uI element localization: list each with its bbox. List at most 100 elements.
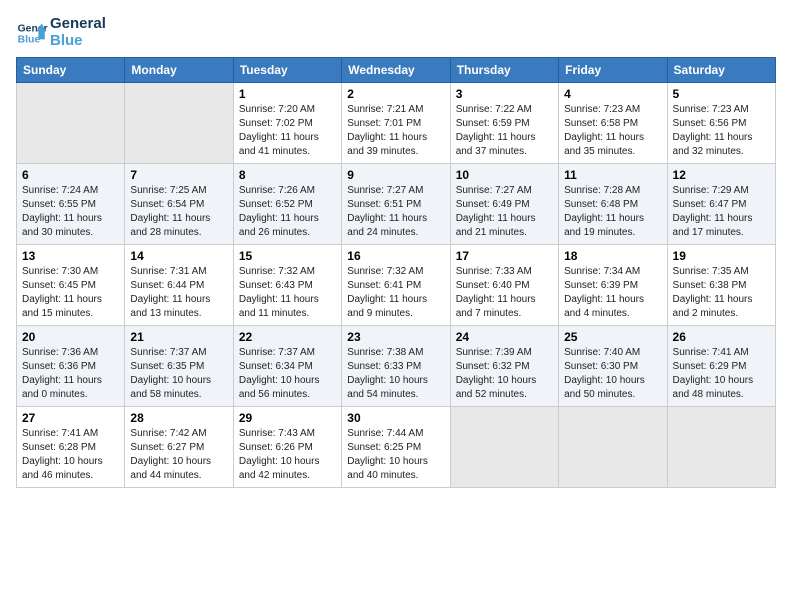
day-number: 7 [130,168,227,182]
calendar-cell: 29 Sunrise: 7:43 AMSunset: 6:26 PMDayligh… [233,407,341,488]
calendar-week-row: 1 Sunrise: 7:20 AMSunset: 7:02 PMDaylight… [17,83,776,164]
day-info: Sunrise: 7:22 AMSunset: 6:59 PMDaylight:… [456,103,553,159]
day-number: 20 [22,330,119,344]
weekday-header: Tuesday [233,58,341,83]
calendar-cell: 30 Sunrise: 7:44 AMSunset: 6:25 PMDayligh… [342,407,450,488]
logo-general: General [50,16,106,33]
day-number: 28 [130,411,227,425]
day-number: 3 [456,87,553,101]
calendar-cell: 10 Sunrise: 7:27 AMSunset: 6:49 PMDayligh… [450,164,558,245]
calendar-cell: 24Sunrise: 7:39 AMSunset: 6:32 PMDayligh… [450,326,558,407]
calendar-week-row: 20 Sunrise: 7:36 AMSunset: 6:36 PMDayligh… [17,326,776,407]
calendar-week-row: 13 Sunrise: 7:30 AMSunset: 6:45 PMDayligh… [17,245,776,326]
day-info: Sunrise: 7:21 AMSunset: 7:01 PMDaylight:… [347,103,444,159]
calendar-cell: 1 Sunrise: 7:20 AMSunset: 7:02 PMDaylight… [233,83,341,164]
calendar-table: SundayMondayTuesdayWednesdayThursdayFrid… [16,57,776,488]
calendar-cell: 15 Sunrise: 7:32 AMSunset: 6:43 PMDayligh… [233,245,341,326]
day-info: Sunrise: 7:24 AMSunset: 6:55 PMDaylight:… [22,184,119,240]
day-info: Sunrise: 7:42 AMSunset: 6:27 PMDaylight:… [130,427,227,483]
day-info: Sunrise: 7:39 AMSunset: 6:32 PMDaylight:… [456,346,553,402]
calendar-cell: 22 Sunrise: 7:37 AMSunset: 6:34 PMDayligh… [233,326,341,407]
weekday-header: Saturday [667,58,775,83]
day-info: Sunrise: 7:34 AMSunset: 6:39 PMDaylight:… [564,265,661,321]
day-info: Sunrise: 7:30 AMSunset: 6:45 PMDaylight:… [22,265,119,321]
calendar-cell: 4 Sunrise: 7:23 AMSunset: 6:58 PMDaylight… [559,83,667,164]
day-number: 26 [673,330,770,344]
day-info: Sunrise: 7:27 AMSunset: 6:51 PMDaylight:… [347,184,444,240]
calendar-cell: 13 Sunrise: 7:30 AMSunset: 6:45 PMDayligh… [17,245,125,326]
day-info: Sunrise: 7:23 AMSunset: 6:58 PMDaylight:… [564,103,661,159]
day-number: 4 [564,87,661,101]
day-info: Sunrise: 7:29 AMSunset: 6:47 PMDaylight:… [673,184,770,240]
logo-blue: Blue [50,33,106,50]
calendar-cell: 16Sunrise: 7:32 AMSunset: 6:41 PMDayligh… [342,245,450,326]
page-header: General Blue General Blue [16,16,776,49]
day-number: 2 [347,87,444,101]
calendar-cell: 21 Sunrise: 7:37 AMSunset: 6:35 PMDayligh… [125,326,233,407]
calendar-cell: 23 Sunrise: 7:38 AMSunset: 6:33 PMDayligh… [342,326,450,407]
calendar-cell: 5 Sunrise: 7:23 AMSunset: 6:56 PMDaylight… [667,83,775,164]
day-number: 21 [130,330,227,344]
day-info: Sunrise: 7:41 AMSunset: 6:29 PMDaylight:… [673,346,770,402]
day-number: 23 [347,330,444,344]
day-number: 5 [673,87,770,101]
calendar-cell [450,407,558,488]
day-number: 29 [239,411,336,425]
weekday-header: Thursday [450,58,558,83]
day-number: 25 [564,330,661,344]
calendar-body: 1 Sunrise: 7:20 AMSunset: 7:02 PMDaylight… [17,83,776,488]
day-info: Sunrise: 7:40 AMSunset: 6:30 PMDaylight:… [564,346,661,402]
day-info: Sunrise: 7:43 AMSunset: 6:26 PMDaylight:… [239,427,336,483]
day-info: Sunrise: 7:37 AMSunset: 6:35 PMDaylight:… [130,346,227,402]
calendar-cell: 9 Sunrise: 7:27 AMSunset: 6:51 PMDaylight… [342,164,450,245]
day-number: 12 [673,168,770,182]
day-info: Sunrise: 7:23 AMSunset: 6:56 PMDaylight:… [673,103,770,159]
day-info: Sunrise: 7:20 AMSunset: 7:02 PMDaylight:… [239,103,336,159]
day-info: Sunrise: 7:38 AMSunset: 6:33 PMDaylight:… [347,346,444,402]
calendar-cell: 8Sunrise: 7:26 AMSunset: 6:52 PMDaylight… [233,164,341,245]
calendar-week-row: 6Sunrise: 7:24 AMSunset: 6:55 PMDaylight… [17,164,776,245]
day-info: Sunrise: 7:36 AMSunset: 6:36 PMDaylight:… [22,346,119,402]
calendar-cell: 14 Sunrise: 7:31 AMSunset: 6:44 PMDayligh… [125,245,233,326]
day-number: 9 [347,168,444,182]
day-number: 27 [22,411,119,425]
calendar-cell: 28 Sunrise: 7:42 AMSunset: 6:27 PMDayligh… [125,407,233,488]
day-info: Sunrise: 7:32 AMSunset: 6:43 PMDaylight:… [239,265,336,321]
day-number: 13 [22,249,119,263]
svg-text:Blue: Blue [18,34,41,45]
calendar-cell: 26 Sunrise: 7:41 AMSunset: 6:29 PMDayligh… [667,326,775,407]
weekday-header: Monday [125,58,233,83]
day-number: 22 [239,330,336,344]
day-info: Sunrise: 7:33 AMSunset: 6:40 PMDaylight:… [456,265,553,321]
day-number: 15 [239,249,336,263]
calendar-cell: 18 Sunrise: 7:34 AMSunset: 6:39 PMDayligh… [559,245,667,326]
day-number: 11 [564,168,661,182]
weekday-header: Friday [559,58,667,83]
day-info: Sunrise: 7:28 AMSunset: 6:48 PMDaylight:… [564,184,661,240]
calendar-cell [667,407,775,488]
day-info: Sunrise: 7:41 AMSunset: 6:28 PMDaylight:… [22,427,119,483]
day-info: Sunrise: 7:35 AMSunset: 6:38 PMDaylight:… [673,265,770,321]
day-number: 30 [347,411,444,425]
day-number: 19 [673,249,770,263]
calendar-cell: 3 Sunrise: 7:22 AMSunset: 6:59 PMDaylight… [450,83,558,164]
calendar-cell: 27 Sunrise: 7:41 AMSunset: 6:28 PMDayligh… [17,407,125,488]
calendar-header-row: SundayMondayTuesdayWednesdayThursdayFrid… [17,58,776,83]
day-info: Sunrise: 7:37 AMSunset: 6:34 PMDaylight:… [239,346,336,402]
calendar-cell: 19 Sunrise: 7:35 AMSunset: 6:38 PMDayligh… [667,245,775,326]
day-info: Sunrise: 7:31 AMSunset: 6:44 PMDaylight:… [130,265,227,321]
calendar-cell [125,83,233,164]
day-info: Sunrise: 7:27 AMSunset: 6:49 PMDaylight:… [456,184,553,240]
day-number: 8 [239,168,336,182]
day-number: 14 [130,249,227,263]
calendar-cell: 25 Sunrise: 7:40 AMSunset: 6:30 PMDayligh… [559,326,667,407]
day-number: 1 [239,87,336,101]
calendar-week-row: 27 Sunrise: 7:41 AMSunset: 6:28 PMDayligh… [17,407,776,488]
calendar-cell: 7Sunrise: 7:25 AMSunset: 6:54 PMDaylight… [125,164,233,245]
weekday-header: Sunday [17,58,125,83]
day-number: 10 [456,168,553,182]
day-number: 18 [564,249,661,263]
calendar-cell: 17Sunrise: 7:33 AMSunset: 6:40 PMDayligh… [450,245,558,326]
day-info: Sunrise: 7:44 AMSunset: 6:25 PMDaylight:… [347,427,444,483]
calendar-cell [17,83,125,164]
